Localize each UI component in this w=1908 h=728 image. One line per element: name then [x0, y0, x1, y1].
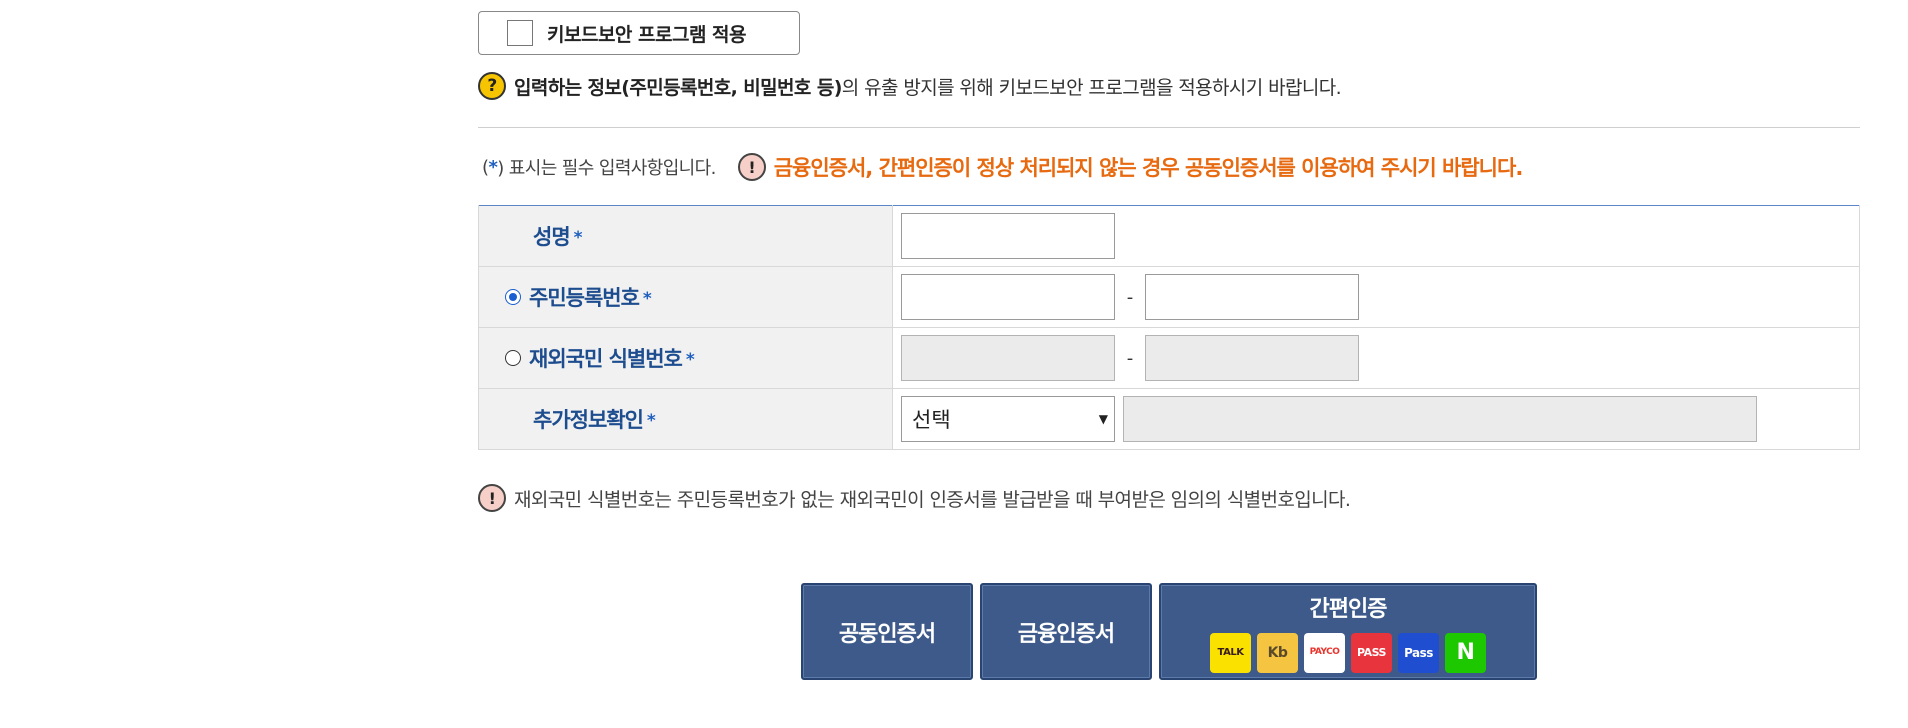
- extra-info-value-cell: 선택 ▼: [892, 388, 1860, 450]
- joint-cert-label: 공동인증서: [838, 621, 936, 647]
- warning-icon: !: [737, 153, 766, 181]
- required-star-icon: *: [573, 228, 583, 248]
- name-label-cell: 성명 *: [478, 205, 893, 267]
- extra-info-label-cell: 추가정보확인 *: [478, 388, 893, 450]
- joint-cert-button[interactable]: 공동인증서: [801, 583, 973, 680]
- extra-info-row: 추가정보확인 * 선택 ▼: [478, 388, 1860, 450]
- rrn-label-cell: 주민등록번호 *: [478, 266, 893, 328]
- financial-cert-button[interactable]: 금융인증서: [980, 583, 1152, 680]
- naver-icon: N: [1445, 632, 1486, 673]
- simple-auth-label: 간편인증: [1309, 596, 1388, 622]
- required-star-icon: *: [685, 350, 695, 370]
- foreign-id-label-cell: 재외국민 식별번호 *: [478, 327, 893, 389]
- rrn-front-input[interactable]: [901, 274, 1115, 320]
- name-value-cell: [892, 205, 1860, 267]
- rrn-row: 주민등록번호 * -: [478, 266, 1860, 328]
- required-note: ( * ) 표시는 필수 입력사항입니다. ! 금융인증서, 간편인증이 정상 …: [482, 152, 1524, 182]
- foreign-id-radio[interactable]: [505, 350, 521, 366]
- required-star-icon: *: [488, 156, 498, 178]
- extra-info-label: 추가정보확인: [533, 408, 644, 432]
- name-label: 성명: [533, 225, 571, 249]
- name-row: 성명 *: [478, 205, 1860, 267]
- financial-cert-label: 금융인증서: [1017, 621, 1115, 647]
- keyboard-security-help: ? 입력하는 정보(주민등록번호, 비밀번호 등) 의 유출 방지를 위해 키보…: [478, 72, 1342, 100]
- rrn-radio[interactable]: [505, 289, 521, 305]
- extra-info-input: [1123, 396, 1757, 442]
- foreign-id-row: 재외국민 식별번호 * -: [478, 327, 1860, 389]
- name-input[interactable]: [901, 213, 1115, 259]
- rrn-label: 주민등록번호: [529, 286, 640, 310]
- foreign-id-value-cell: -: [892, 327, 1860, 389]
- required-text: ) 표시는 필수 입력사항입니다.: [497, 158, 716, 179]
- identity-form-table: 성명 * 주민등록번호 * - 재외국민 식별번호 * - 추가정보확인 * 선…: [478, 205, 1860, 450]
- chevron-down-icon: ▼: [1098, 412, 1108, 426]
- simple-auth-button[interactable]: 간편인증 TALK Kb PAYCO PASS Pass N: [1159, 583, 1537, 680]
- required-star-icon: *: [642, 289, 652, 309]
- foreign-id-note-text: 재외국민 식별번호는 주민등록번호가 없는 재외국민이 인증서를 발급받을 때 …: [514, 488, 1351, 511]
- foreign-id-front-input: [901, 335, 1115, 381]
- cert-warning-text: 금융인증서, 간편인증이 정상 처리되지 않는 경우 공동인증서를 이용하여 주…: [773, 156, 1524, 180]
- foreign-id-label: 재외국민 식별번호: [529, 347, 683, 371]
- question-icon: ?: [478, 72, 506, 100]
- keyboard-security-toggle[interactable]: 키보드보안 프로그램 적용: [478, 11, 800, 55]
- pass-icon: PASS: [1351, 632, 1392, 673]
- simple-auth-logos: TALK Kb PAYCO PASS Pass N: [1210, 632, 1486, 673]
- foreign-id-note: ! 재외국민 식별번호는 주민등록번호가 없는 재외국민이 인증서를 발급받을 …: [478, 484, 1351, 512]
- keyboard-security-checkbox[interactable]: [507, 20, 533, 46]
- extra-info-select[interactable]: 선택 ▼: [901, 396, 1115, 442]
- required-star-icon: *: [646, 411, 656, 431]
- section-divider: [478, 127, 1860, 128]
- kakao-talk-icon: TALK: [1210, 632, 1251, 673]
- warning-icon: !: [478, 484, 506, 512]
- extra-info-select-value: 선택: [912, 408, 951, 432]
- kb-bank-icon: Kb: [1257, 632, 1298, 673]
- rrn-dash: -: [1126, 286, 1134, 308]
- keyboard-security-label: 키보드보안 프로그램 적용: [547, 23, 747, 46]
- help-text: 의 유출 방지를 위해 키보드보안 프로그램을 적용하시기 바랍니다.: [841, 76, 1342, 99]
- samsung-pass-icon: Pass: [1398, 632, 1439, 673]
- rrn-value-cell: -: [892, 266, 1860, 328]
- foreign-id-dash: -: [1126, 347, 1134, 369]
- payco-icon: PAYCO: [1304, 632, 1345, 673]
- rrn-back-input[interactable]: [1145, 274, 1359, 320]
- help-bold-text: 입력하는 정보(주민등록번호, 비밀번호 등): [514, 76, 842, 99]
- foreign-id-back-input: [1145, 335, 1359, 381]
